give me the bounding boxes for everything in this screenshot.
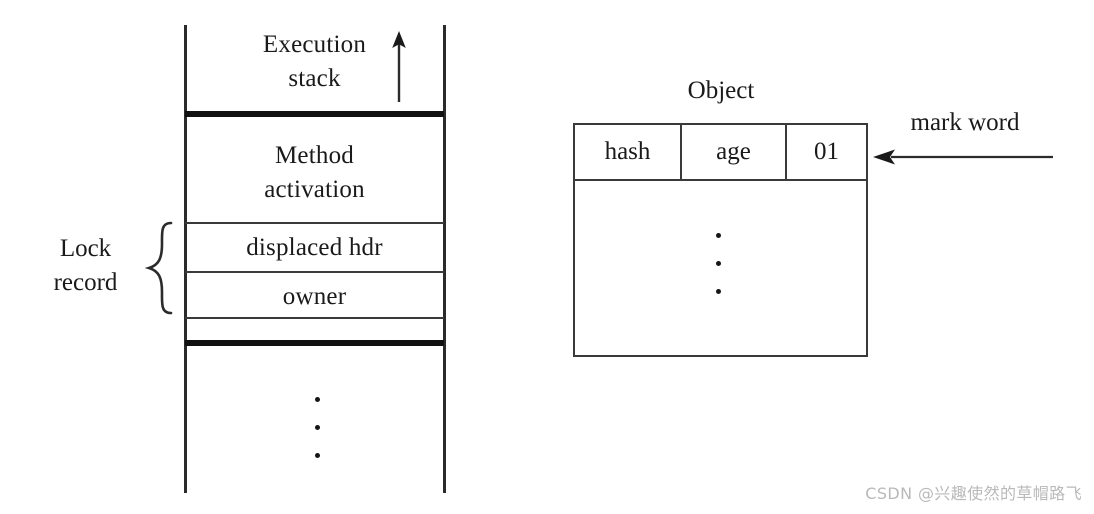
stack-ellipsis-dot [314,397,320,402]
object-ellipsis-dot [715,261,721,266]
stack-ellipsis [312,397,322,458]
diagram-canvas: Execution stack Method activation displa… [0,0,1094,514]
mark-word-cell-hash: hash [575,125,682,179]
mark-word-label: mark word [910,109,1020,136]
lock-record-caption-line1: Lock [59,235,112,262]
stack-divider-bottom-heavy [185,340,444,346]
object-mark-word-row: hash age 01 [575,125,866,181]
object-ellipsis [713,233,723,294]
method-activation-label: Method activation [185,139,444,207]
execution-stack-label-line1: Execution [262,31,367,58]
stack-divider-owner-bottom [185,317,444,319]
lock-record-row-owner: owner [282,283,347,310]
arrow-left-icon [873,149,1053,165]
lock-record-row-displaced-hdr: displaced hdr [246,234,383,261]
method-activation-label-line1: Method [275,142,354,169]
curly-brace-icon [145,221,173,315]
object-ellipsis-dot [715,289,721,294]
object-ellipsis-dot [715,233,721,238]
execution-stack-label: Execution stack [185,28,444,96]
mark-word-cell-age: age [682,125,787,179]
object-figure: Object hash age 01 mark word [560,0,1094,514]
lock-record-caption: Lock record [28,232,143,300]
lock-record-caption-line2: record [53,269,118,296]
csdn-watermark: CSDN @兴趣使然的草帽路飞 [865,484,1082,503]
object-title: Object [687,77,755,104]
execution-stack-figure: Execution stack Method activation displa… [0,0,470,514]
stack-divider-displaced-hdr-bottom [185,271,444,273]
mark-word-annotation: mark word [865,108,1065,173]
mark-word-cell-tag-bits: 01 [814,138,839,165]
execution-stack-label-line2: stack [288,65,341,92]
stack-ellipsis-dot [314,425,320,430]
object-body [575,181,866,355]
stack-divider-top-heavy [185,111,444,117]
stack-divider-method-bottom [185,222,444,224]
method-activation-label-line2: activation [264,176,365,203]
stack-ellipsis-dot [314,453,320,458]
object-box: hash age 01 [573,123,868,357]
